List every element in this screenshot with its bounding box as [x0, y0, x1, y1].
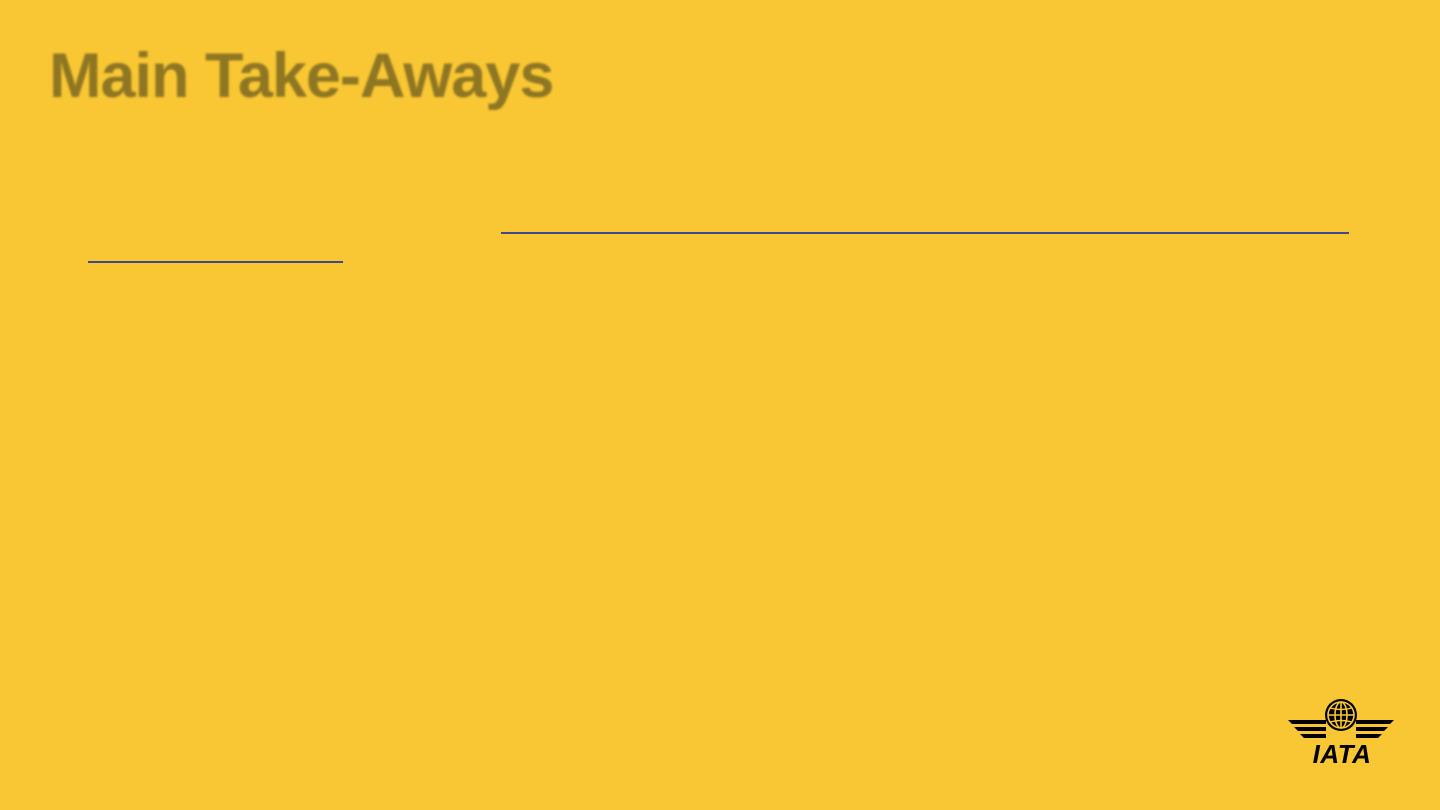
- hyperlink-underline[interactable]: [501, 232, 1349, 234]
- slide: Main Take-Aways IATA: [0, 0, 1440, 810]
- hyperlink-underline[interactable]: [88, 261, 343, 263]
- globe: [1325, 699, 1357, 731]
- iata-logo-text: IATA: [1312, 739, 1372, 769]
- slide-title: Main Take-Aways: [49, 41, 554, 111]
- left-wing: [1288, 720, 1326, 738]
- right-wing: [1356, 720, 1394, 738]
